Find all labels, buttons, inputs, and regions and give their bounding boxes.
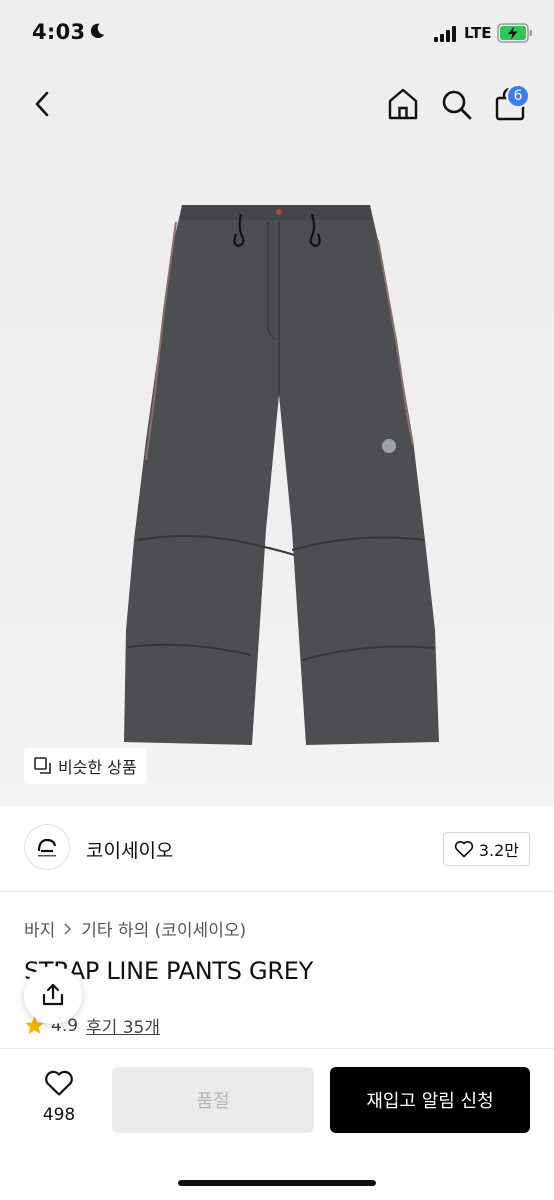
- soldout-button: 품절: [112, 1067, 314, 1133]
- wishlist-button[interactable]: 498: [30, 1069, 88, 1133]
- share-icon: [42, 983, 64, 1006]
- status-bar: 4:03 LTE: [0, 0, 554, 70]
- product-image[interactable]: [116, 200, 441, 745]
- status-time: 4:03: [32, 20, 86, 44]
- brand-logo-icon: [37, 838, 57, 857]
- search-icon[interactable]: [440, 86, 474, 122]
- heart-icon: [45, 1070, 73, 1096]
- similar-products-button[interactable]: 비슷한 상품: [24, 748, 147, 784]
- back-icon[interactable]: [30, 90, 54, 118]
- chevron-right-icon: [64, 922, 72, 935]
- breadcrumb: 바지 기타 하의 (코이세이오): [24, 916, 246, 941]
- product-image-area: 6 비슷한 상품: [0, 70, 554, 806]
- review-count-link[interactable]: 후기 35개: [86, 1013, 160, 1038]
- brand-row: 코이세이오 3.2만: [0, 806, 554, 892]
- brand-like-button[interactable]: 3.2만: [442, 832, 530, 866]
- breadcrumb-category[interactable]: 바지: [24, 916, 55, 941]
- similar-products-label: 비슷한 상품: [58, 758, 137, 777]
- similar-icon: [34, 757, 51, 774]
- wishlist-count: 498: [42, 1105, 76, 1125]
- home-icon[interactable]: [386, 86, 420, 122]
- home-indicator: [178, 1180, 376, 1186]
- cart-count-badge: 6: [506, 84, 530, 108]
- restock-notify-button[interactable]: 재입고 알림 신청: [330, 1067, 530, 1133]
- network-label: LTE: [464, 24, 492, 42]
- brand-logo[interactable]: [24, 824, 70, 870]
- moon-icon: [90, 23, 105, 39]
- brand-like-count: 3.2만: [478, 841, 519, 860]
- breadcrumb-subcategory[interactable]: 기타 하의 (코이세이오): [81, 916, 246, 941]
- heart-icon: [454, 841, 473, 858]
- bottom-action-bar: 498 품절 재입고 알림 신청: [0, 1048, 554, 1200]
- share-button[interactable]: [24, 966, 82, 1024]
- battery-charging-icon: [497, 23, 532, 43]
- brand-name[interactable]: 코이세이오: [86, 836, 173, 863]
- signal-icon: [434, 26, 456, 42]
